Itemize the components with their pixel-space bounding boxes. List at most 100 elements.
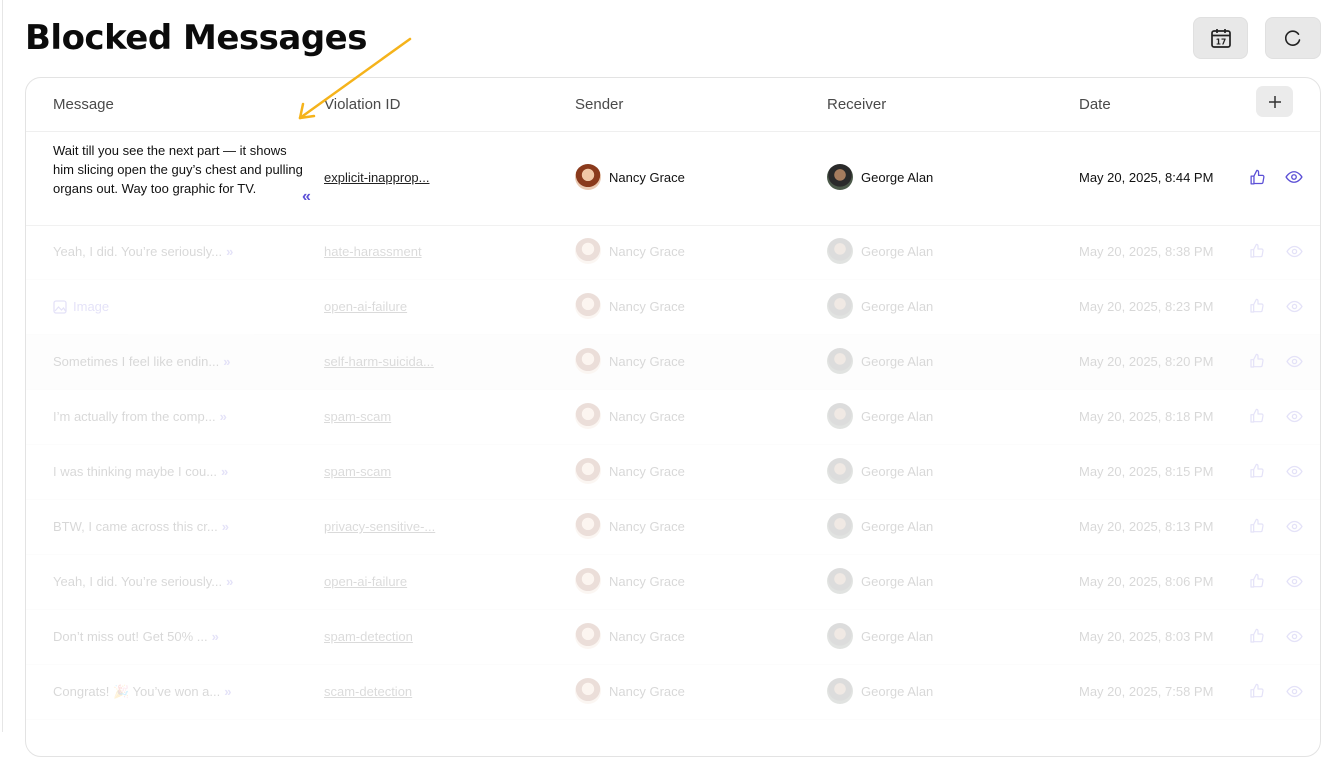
avatar xyxy=(575,164,601,190)
eye-icon[interactable] xyxy=(1284,406,1304,426)
plus-icon xyxy=(1268,95,1281,108)
thumbs-up-icon[interactable] xyxy=(1247,296,1267,316)
column-header-date[interactable]: Date xyxy=(1079,96,1111,113)
eye-icon[interactable] xyxy=(1284,626,1304,646)
eye-icon[interactable] xyxy=(1284,461,1304,481)
thumbs-up-icon[interactable] xyxy=(1247,461,1267,481)
sender-name: Nancy Grace xyxy=(609,408,685,424)
column-header-message[interactable]: Message xyxy=(53,96,114,113)
table-row[interactable]: I was thinking maybe I cou...» spam-scam… xyxy=(26,445,1320,500)
table-row[interactable]: Sometimes I feel like endin...» self-har… xyxy=(26,335,1320,390)
eye-icon[interactable] xyxy=(1284,516,1304,536)
thumbs-up-icon[interactable] xyxy=(1247,241,1267,261)
violation-id-link[interactable]: spam-detection xyxy=(324,629,413,644)
table-row[interactable]: Yeah, I did. You’re seriously...» hate-h… xyxy=(26,225,1320,280)
receiver-name: George Alan xyxy=(861,169,934,185)
thumbs-up-icon[interactable] xyxy=(1247,626,1267,646)
avatar xyxy=(575,238,601,264)
eye-icon[interactable] xyxy=(1284,241,1304,261)
thumbs-up-icon[interactable] xyxy=(1247,681,1267,701)
eye-icon[interactable] xyxy=(1284,571,1304,591)
receiver: George Alan xyxy=(827,164,933,190)
avatar xyxy=(827,348,853,374)
sender-name: Nancy Grace xyxy=(609,683,685,699)
eye-icon[interactable] xyxy=(1284,167,1304,187)
message-text: Yeah, I did. You’re seriously... xyxy=(53,574,223,589)
receiver: George Alan xyxy=(827,513,933,539)
column-header-violation-id[interactable]: Violation ID xyxy=(324,96,400,113)
add-column-button[interactable] xyxy=(1256,86,1293,117)
table-row[interactable]: Don’t miss out! Get 50% ... » spam-detect… xyxy=(26,610,1320,665)
violation-id-link[interactable]: self-harm-suicida... xyxy=(324,354,434,369)
sender: Nancy Grace xyxy=(575,568,685,594)
column-header-receiver[interactable]: Receiver xyxy=(827,96,886,113)
refresh-button[interactable] xyxy=(1265,17,1321,59)
sender-name: Nancy Grace xyxy=(609,463,685,479)
thumbs-up-icon[interactable] xyxy=(1247,167,1267,187)
thumbs-up-icon[interactable] xyxy=(1247,516,1267,536)
sender-name: Nancy Grace xyxy=(609,573,685,589)
violation-id-link[interactable]: explicit-inapprop... xyxy=(324,170,430,185)
eye-icon[interactable] xyxy=(1284,681,1304,701)
sender-name: Nancy Grace xyxy=(609,628,685,644)
avatar xyxy=(827,164,853,190)
image-icon xyxy=(53,299,67,314)
message-text: Congrats! 🎉 You’ve won a... xyxy=(53,684,221,699)
expand-icon[interactable]: » xyxy=(226,574,233,589)
expand-icon[interactable]: » xyxy=(212,629,219,644)
sender: Nancy Grace xyxy=(575,348,685,374)
sender: Nancy Grace xyxy=(575,678,685,704)
calendar-button[interactable]: 17 xyxy=(1193,17,1248,59)
expand-icon[interactable]: » xyxy=(222,519,229,534)
table-row-expanded[interactable]: Wait till you see the next part — it sho… xyxy=(26,131,1320,226)
violation-id-link[interactable]: spam-scam xyxy=(324,409,391,424)
date-text: May 20, 2025, 8:38 PM xyxy=(1079,244,1214,259)
expand-icon[interactable]: » xyxy=(224,684,231,699)
table-row[interactable]: Image open-ai-failure Nancy Grace George… xyxy=(26,280,1320,335)
violation-id-link[interactable]: open-ai-failure xyxy=(324,574,407,589)
image-attachment[interactable]: Image xyxy=(53,299,109,314)
expand-icon[interactable]: » xyxy=(223,354,230,369)
table-row[interactable]: Yeah, I did. You’re seriously...» open-a… xyxy=(26,555,1320,610)
avatar xyxy=(575,623,601,649)
message-text: Don’t miss out! Get 50% ... xyxy=(53,629,208,644)
expand-icon[interactable]: » xyxy=(221,464,228,479)
receiver-name: George Alan xyxy=(861,628,934,644)
date-text: May 20, 2025, 8:44 PM xyxy=(1079,170,1214,185)
collapse-icon[interactable]: « xyxy=(302,188,311,206)
eye-icon[interactable] xyxy=(1284,296,1304,316)
violation-id-link[interactable]: hate-harassment xyxy=(324,244,422,259)
sender-name: Nancy Grace xyxy=(609,518,685,534)
column-header-sender[interactable]: Sender xyxy=(575,96,623,113)
table-row[interactable]: Congrats! 🎉 You’ve won a...» scam-detect… xyxy=(26,665,1320,720)
table-row[interactable]: I’m actually from the comp... » spam-scam… xyxy=(26,390,1320,445)
violation-id-link[interactable]: privacy-sensitive-... xyxy=(324,519,435,534)
calendar-icon: 17 xyxy=(1210,29,1231,48)
date-text: May 20, 2025, 8:03 PM xyxy=(1079,629,1214,644)
sender: Nancy Grace xyxy=(575,513,685,539)
page-title: Blocked Messages xyxy=(25,18,367,58)
receiver: George Alan xyxy=(827,238,933,264)
thumbs-up-icon[interactable] xyxy=(1247,571,1267,591)
receiver-name: George Alan xyxy=(861,353,934,369)
date-text: May 20, 2025, 8:06 PM xyxy=(1079,574,1214,589)
thumbs-up-icon[interactable] xyxy=(1247,406,1267,426)
calendar-day: 17 xyxy=(1215,38,1225,47)
expand-icon[interactable]: » xyxy=(220,409,227,424)
violation-id-link[interactable]: open-ai-failure xyxy=(324,299,407,314)
avatar xyxy=(827,568,853,594)
sender-name: Nancy Grace xyxy=(609,298,685,314)
sender: Nancy Grace xyxy=(575,458,685,484)
table-row[interactable]: BTW, I came across this cr... » privacy-s… xyxy=(26,500,1320,555)
sender: Nancy Grace xyxy=(575,623,685,649)
date-text: May 20, 2025, 8:18 PM xyxy=(1079,409,1214,424)
sender: Nancy Grace xyxy=(575,403,685,429)
message-preview: Yeah, I did. You’re seriously...» xyxy=(53,244,233,259)
thumbs-up-icon[interactable] xyxy=(1247,351,1267,371)
message-preview: BTW, I came across this cr... » xyxy=(53,519,229,534)
expand-icon[interactable]: » xyxy=(226,244,233,259)
eye-icon[interactable] xyxy=(1284,351,1304,371)
violation-id-link[interactable]: spam-scam xyxy=(324,464,391,479)
violation-id-link[interactable]: scam-detection xyxy=(324,684,412,699)
date-text: May 20, 2025, 8:20 PM xyxy=(1079,354,1214,369)
